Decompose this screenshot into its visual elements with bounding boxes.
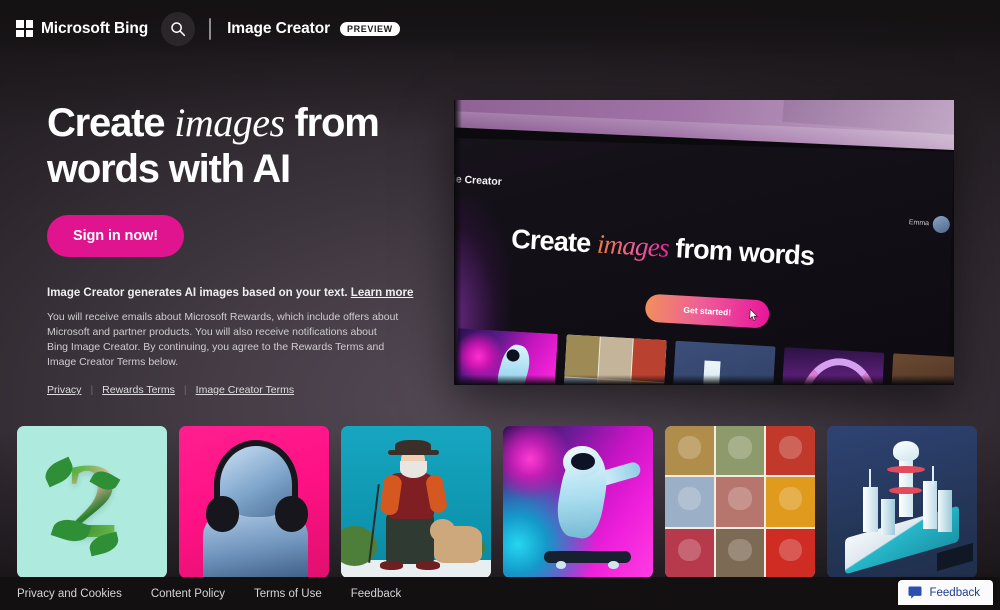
hero-screenshot-body: je Creator Emma Create images from words… bbox=[454, 138, 954, 385]
skateboard-wheel-front bbox=[555, 561, 566, 569]
screenshot-left-edge bbox=[454, 100, 462, 385]
footer-bar: Privacy and Cookies Content Policy Terms… bbox=[0, 577, 1000, 610]
footer-link-content-policy[interactable]: Content Policy bbox=[151, 588, 225, 600]
city-building-1 bbox=[863, 486, 878, 533]
microsoft-grid-icon bbox=[16, 20, 33, 37]
footer-link-privacy-and-cookies[interactable]: Privacy and Cookies bbox=[17, 588, 122, 600]
man-beard bbox=[399, 460, 427, 478]
preview-badge: PREVIEW bbox=[340, 21, 400, 36]
collage-cell bbox=[665, 477, 714, 527]
image-creator-terms-link[interactable]: Image Creator Terms bbox=[196, 384, 294, 396]
disclaimer-heading: Image Creator generates AI images based … bbox=[47, 285, 437, 301]
collage-cell bbox=[715, 528, 765, 578]
man-shoe-left bbox=[380, 561, 403, 571]
rewards-terms-link[interactable]: Rewards Terms bbox=[102, 384, 175, 396]
tower-ring-lower bbox=[888, 486, 922, 495]
headphone-earcup-right bbox=[275, 495, 308, 533]
hero-screenshot-username: Emma bbox=[908, 219, 929, 228]
gallery-item-classical-bust-with-headphones[interactable] bbox=[179, 426, 329, 578]
footer-link-feedback[interactable]: Feedback bbox=[351, 588, 402, 600]
gallery-item-isometric-white-city[interactable] bbox=[827, 426, 977, 578]
page-root: Microsoft Bing Image Creator PREVIEW Cre… bbox=[0, 0, 1000, 610]
gallery-item-frida-style-portrait-collage[interactable] bbox=[665, 426, 815, 578]
privacy-link[interactable]: Privacy bbox=[47, 384, 81, 396]
headphone-earcup-left bbox=[206, 495, 239, 533]
sample-image-gallery: 2 bbox=[17, 426, 977, 578]
skateboard-wheel-back bbox=[608, 561, 619, 569]
microsoft-bing-logo-link[interactable]: Microsoft Bing bbox=[16, 20, 148, 38]
search-button[interactable] bbox=[161, 11, 196, 46]
tower-ring-upper bbox=[887, 465, 925, 474]
skateboard-deck bbox=[543, 550, 631, 563]
hat-crown bbox=[395, 439, 431, 454]
collage-cell bbox=[766, 528, 815, 578]
brand-label: Microsoft Bing bbox=[41, 19, 149, 37]
legal-separator-1: | bbox=[90, 384, 94, 396]
feedback-speech-bubble-icon bbox=[908, 586, 922, 599]
astronaut-visor bbox=[570, 453, 595, 471]
search-icon bbox=[171, 21, 186, 36]
legal-separator-2: | bbox=[183, 384, 187, 396]
sign-in-button[interactable]: Sign in now! bbox=[47, 215, 184, 257]
header-divider bbox=[209, 17, 212, 40]
city-spire-left bbox=[869, 468, 871, 490]
headline-emphasis: images bbox=[174, 100, 285, 145]
collage-cell bbox=[715, 426, 765, 476]
learn-more-link[interactable]: Learn more bbox=[351, 287, 414, 299]
collage-cell bbox=[766, 426, 815, 476]
hero-product-screenshot: je Creator Emma Create images from words… bbox=[454, 100, 954, 385]
city-building-2 bbox=[881, 498, 895, 536]
feedback-widget-label: Feedback bbox=[929, 586, 980, 599]
collage-cell bbox=[665, 426, 714, 476]
city-spire-right bbox=[932, 465, 934, 486]
gallery-item-number-two-made-of-leaves[interactable]: 2 bbox=[17, 426, 167, 578]
city-building-4 bbox=[938, 489, 952, 533]
hero-screenshot-headline: Create images from words bbox=[510, 224, 911, 278]
hero-screenshot-inner: je Creator Emma Create images from words… bbox=[454, 100, 954, 385]
city-building-3 bbox=[923, 480, 937, 530]
gallery-item-astronaut-on-skateboard[interactable] bbox=[503, 426, 653, 578]
dog-head bbox=[429, 518, 455, 542]
gallery-item-old-man-walking-dog[interactable] bbox=[341, 426, 491, 578]
hero-copy-column: Create images from words with AI Sign in… bbox=[47, 100, 437, 396]
mouse-cursor-icon bbox=[749, 308, 758, 321]
man-shoe-right bbox=[416, 561, 440, 571]
headphone-band bbox=[213, 439, 298, 504]
feedback-widget-button[interactable]: Feedback bbox=[898, 580, 993, 605]
tower-orb bbox=[893, 441, 919, 461]
hero-shot-headline-emphasis: images bbox=[596, 228, 670, 263]
disclaimer-heading-text: Image Creator generates AI images based … bbox=[47, 287, 351, 299]
app-title: Image Creator bbox=[227, 19, 331, 37]
hero-shot-headline-1: Create bbox=[510, 223, 598, 259]
top-navigation-bar: Microsoft Bing Image Creator PREVIEW bbox=[0, 0, 1000, 57]
disclaimer-body: You will receive emails about Microsoft … bbox=[47, 311, 399, 368]
hero-shot-headline-2: from words bbox=[667, 232, 816, 272]
page-title: Create images from words with AI bbox=[47, 100, 437, 192]
hero-screenshot-user: Emma bbox=[908, 214, 951, 234]
man-legs bbox=[386, 512, 434, 565]
headline-text-1: Create bbox=[47, 101, 175, 145]
collage-cell bbox=[665, 528, 714, 578]
collage-cell bbox=[766, 477, 815, 527]
screenshot-bottom-edge bbox=[454, 375, 954, 385]
footer-link-terms-of-use[interactable]: Terms of Use bbox=[254, 588, 322, 600]
city-shadow bbox=[936, 542, 973, 572]
avatar bbox=[932, 215, 951, 234]
legal-links-row: Privacy | Rewards Terms | Image Creator … bbox=[47, 384, 437, 396]
collage-cell bbox=[715, 477, 765, 527]
